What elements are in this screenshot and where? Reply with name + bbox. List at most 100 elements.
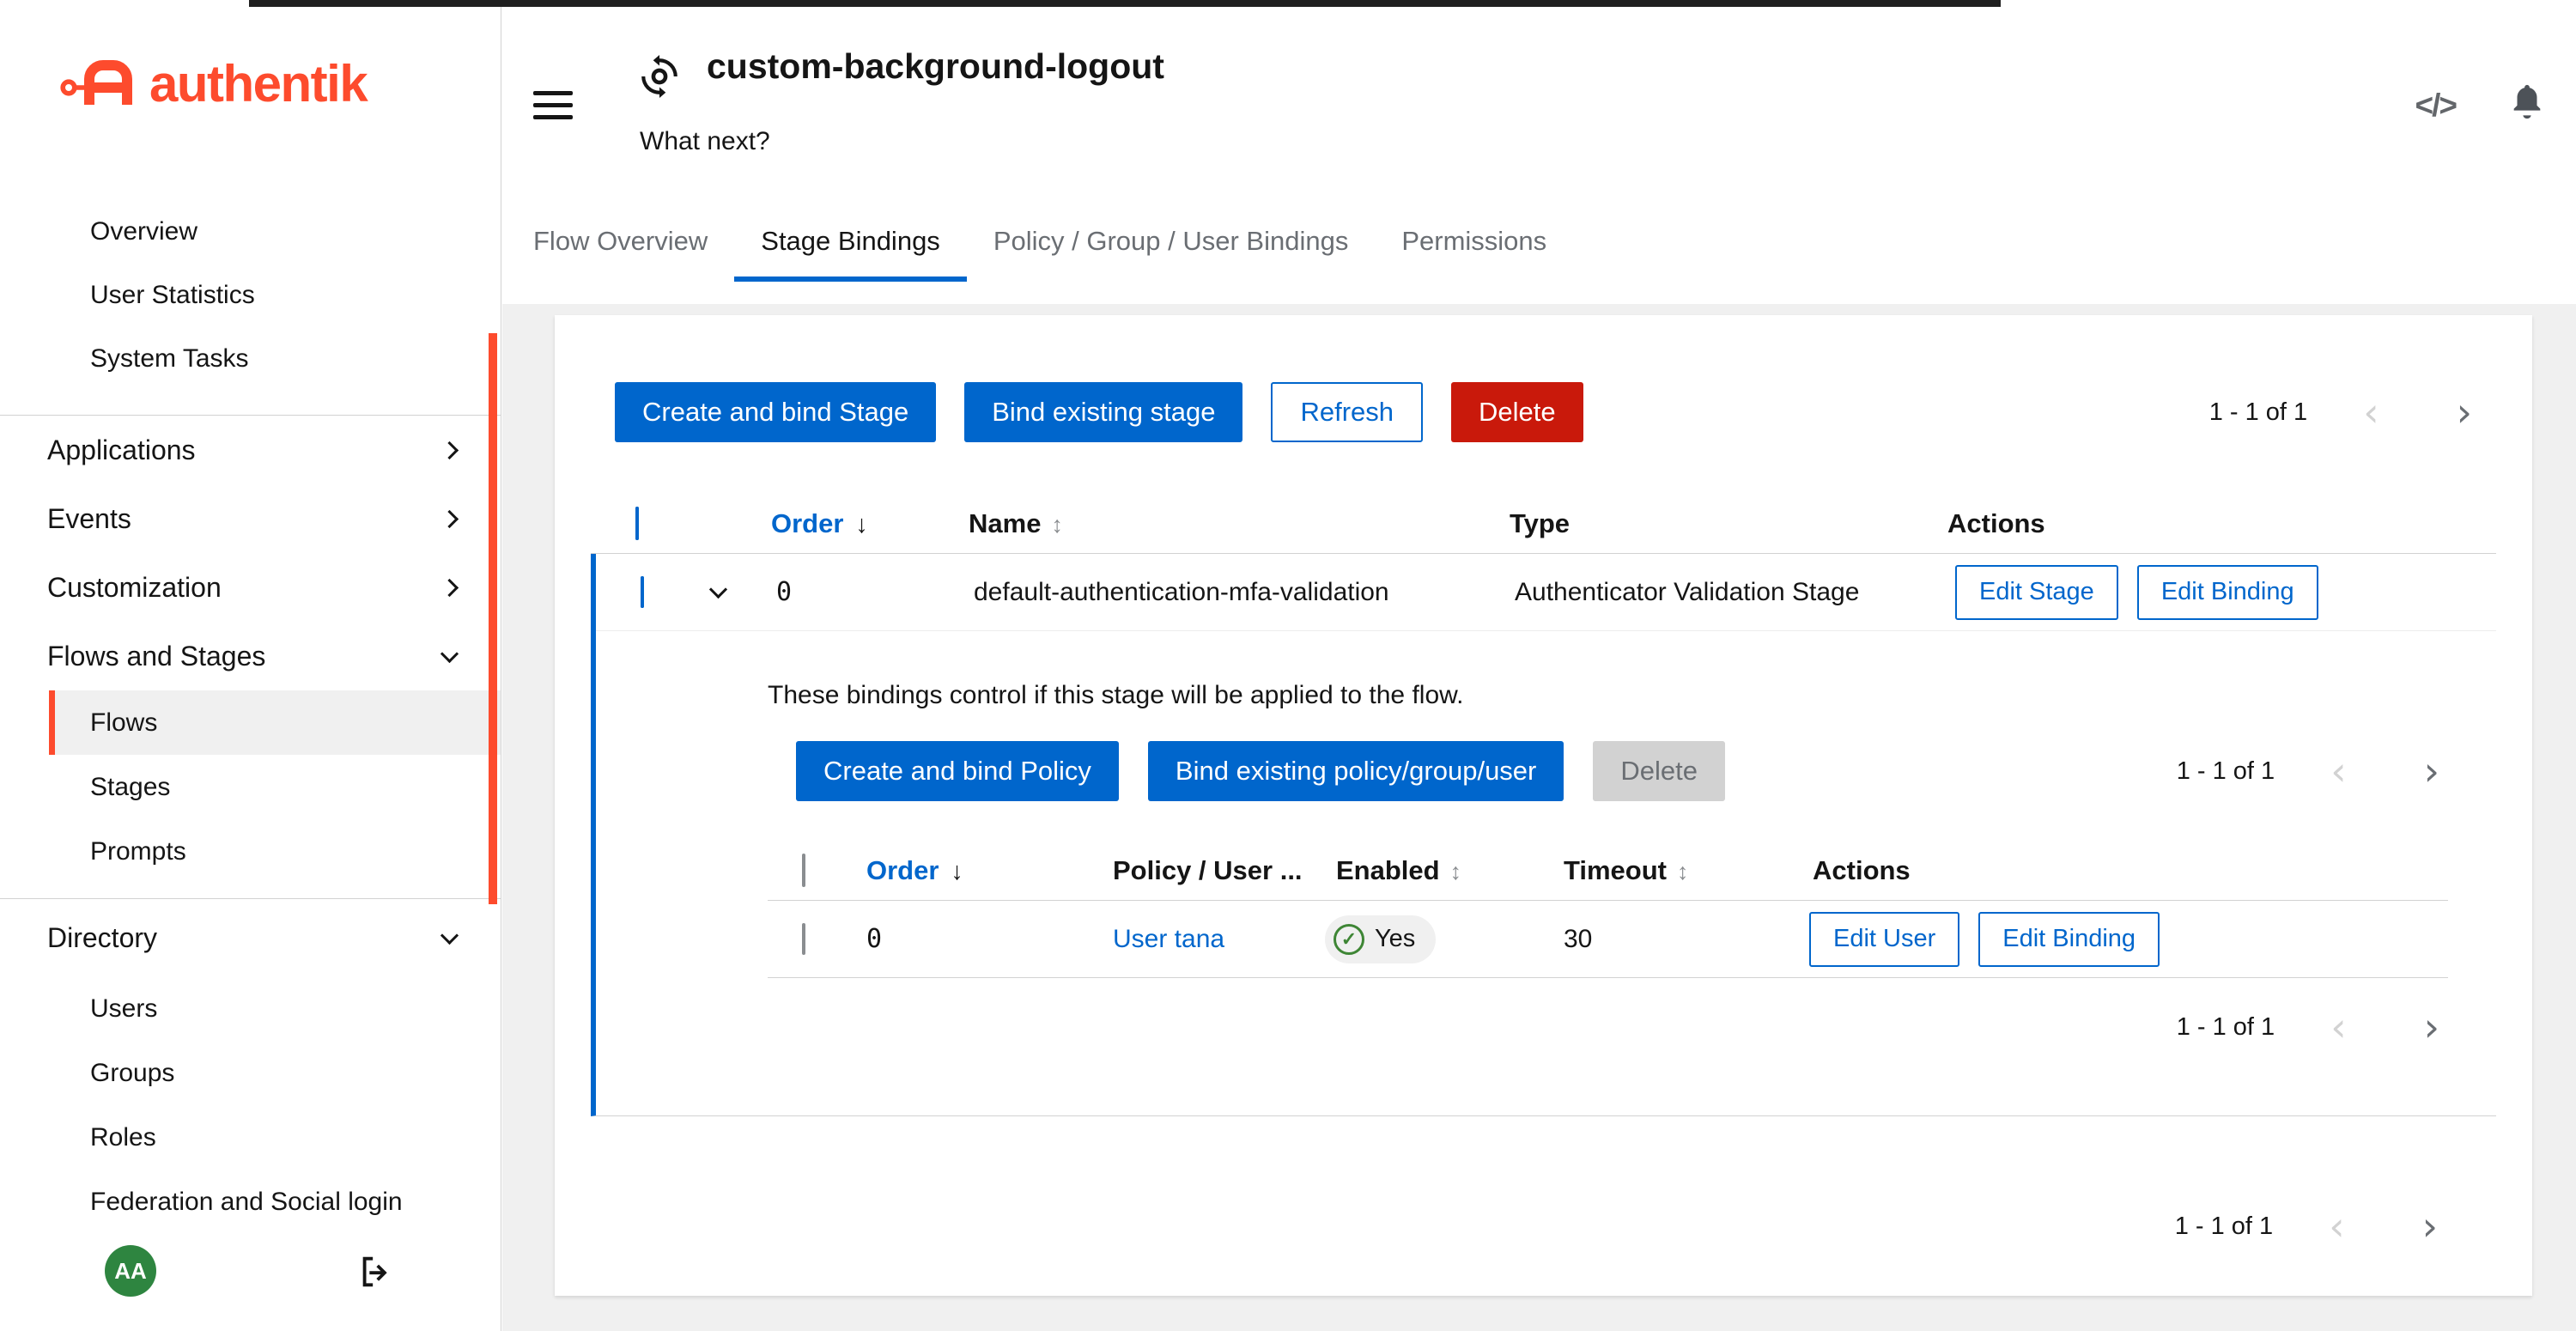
- sidebar-item-overview[interactable]: Overview: [0, 200, 501, 264]
- sidebar-section-applications[interactable]: Applications: [0, 416, 501, 484]
- sidebar-item-groups[interactable]: Groups: [49, 1041, 501, 1105]
- refresh-button[interactable]: Refresh: [1271, 382, 1423, 442]
- sidebar-item-flows[interactable]: Flows: [49, 690, 501, 755]
- column-header-actions: Actions: [1926, 508, 2496, 539]
- stage-bindings-table-header: Order↓ Name↕ Type Actions: [591, 494, 2496, 554]
- column-label: Timeout: [1564, 855, 1667, 885]
- sidebar-item-label: Overview: [90, 217, 197, 246]
- sidebar-item-label: User Statistics: [90, 281, 255, 310]
- pager-next-icon[interactable]: ›: [2414, 1206, 2446, 1246]
- content-area: Create and bind Stage Bind existing stag…: [502, 304, 2576, 1331]
- stage-bindings-table: Order↓ Name↕ Type Actions 0 default-auth…: [591, 494, 2496, 1116]
- chevron-down-icon: [440, 644, 459, 662]
- column-label: Actions: [1947, 508, 2045, 538]
- table-row[interactable]: 0 default-authentication-mfa-validation …: [596, 554, 2496, 631]
- row-order: 0: [755, 577, 952, 607]
- sidebar-item-stages[interactable]: Stages: [49, 755, 501, 819]
- sidebar-section-directory[interactable]: Directory: [0, 899, 501, 976]
- hamburger-menu-icon[interactable]: [533, 91, 573, 127]
- brand-logo[interactable]: authentik: [58, 53, 367, 114]
- policy-bindings-pager-bottom: 1 - 1 of 1 ‹ ›: [2177, 1007, 2448, 1047]
- pager-next-icon[interactable]: ›: [2415, 751, 2448, 791]
- pager-range: 1 - 1 of 1: [2177, 1013, 2275, 1042]
- sidebar-section-label: Flows and Stages: [47, 641, 265, 672]
- edit-stage-button[interactable]: Edit Stage: [1955, 565, 2118, 620]
- column-header-timeout[interactable]: Timeout↕: [1542, 855, 1791, 886]
- sidebar-item-roles[interactable]: Roles: [49, 1105, 501, 1170]
- enabled-value: Yes: [1375, 925, 1415, 953]
- column-label: Actions: [1813, 855, 1911, 885]
- policy-bindings-panel: These bindings control if this stage wil…: [596, 681, 2496, 1115]
- sort-desc-icon: ↓: [951, 858, 963, 885]
- sidebar-item-label: Users: [90, 994, 157, 1024]
- sidebar-item-users[interactable]: Users: [49, 976, 501, 1041]
- pager-next-icon[interactable]: ›: [2415, 1007, 2448, 1047]
- row-checkbox[interactable]: [641, 576, 644, 608]
- delete-button[interactable]: Delete: [1451, 382, 1583, 442]
- pager-next-icon[interactable]: ›: [2448, 392, 2481, 432]
- create-and-bind-policy-button[interactable]: Create and bind Policy: [796, 741, 1119, 801]
- sidebar-scrollbar[interactable]: [489, 333, 497, 904]
- tab-label: Flow Overview: [533, 226, 708, 257]
- page-title: custom-background-logout: [707, 46, 1164, 87]
- policy-bindings-pager-top: 1 - 1 of 1 ‹ ›: [2177, 751, 2448, 791]
- main-area: custom-background-logout What next? </> …: [502, 0, 2576, 1331]
- sidebar-item-label: Prompts: [90, 837, 186, 866]
- sidebar-item-prompts[interactable]: Prompts: [49, 819, 501, 884]
- column-header-name[interactable]: Name↕: [947, 508, 1488, 539]
- tab-bar: Flow Overview Stage Bindings Policy / Gr…: [502, 206, 1573, 282]
- sidebar-section-customization[interactable]: Customization: [0, 553, 501, 622]
- select-all-checkbox[interactable]: [802, 854, 805, 887]
- sidebar-item-user-statistics[interactable]: User Statistics: [0, 264, 501, 327]
- sidebar-item-federation[interactable]: Federation and Social login: [49, 1170, 501, 1234]
- stage-bindings-pager-bottom: 1 - 1 of 1 ‹ ›: [2175, 1206, 2446, 1246]
- tab-policy-group-user-bindings[interactable]: Policy / Group / User Bindings: [967, 206, 1376, 282]
- policy-bindings-toolbar: Create and bind Policy Bind existing pol…: [796, 741, 2448, 801]
- row-type: Authenticator Validation Stage: [1493, 578, 1931, 607]
- notifications-bell-icon[interactable]: [2507, 82, 2547, 126]
- row-expander[interactable]: [682, 588, 755, 596]
- bind-existing-policy-button[interactable]: Bind existing policy/group/user: [1148, 741, 1564, 801]
- column-label: Type: [1510, 508, 1570, 538]
- edit-user-button[interactable]: Edit User: [1809, 912, 1959, 967]
- edit-binding-button[interactable]: Edit Binding: [1978, 912, 2160, 967]
- authentik-logo-icon: [58, 53, 141, 114]
- column-header-actions: Actions: [1791, 855, 2448, 886]
- sidebar-section-events[interactable]: Events: [0, 484, 501, 553]
- column-header-order[interactable]: Order↓: [750, 508, 947, 539]
- page-header: custom-background-logout What next? </> …: [502, 0, 2576, 304]
- sidebar-item-label: Federation and Social login: [90, 1188, 403, 1217]
- table-row[interactable]: 0 User tana ✓ Yes 30: [768, 901, 2448, 978]
- logout-icon[interactable]: [356, 1252, 396, 1296]
- select-all-checkbox[interactable]: [635, 507, 639, 540]
- column-label: Enabled: [1336, 855, 1440, 885]
- user-link[interactable]: User tana: [1113, 925, 1224, 953]
- flow-process-icon: [638, 55, 681, 102]
- policy-delete-button[interactable]: Delete: [1593, 741, 1725, 801]
- policy-bindings-table-header: Order↓ Policy / User ... Enabled↕ Timeou…: [768, 841, 2448, 901]
- sidebar-item-label: Roles: [90, 1123, 156, 1152]
- sidebar-section-flows-and-stages[interactable]: Flows and Stages: [0, 622, 501, 690]
- sidebar-footer: AA: [0, 1245, 501, 1298]
- api-code-icon[interactable]: </>: [2415, 88, 2457, 124]
- window-top-edge: [249, 0, 2001, 7]
- row-checkbox[interactable]: [802, 923, 805, 955]
- pager-prev-icon[interactable]: ‹: [2322, 1007, 2354, 1047]
- create-and-bind-stage-button[interactable]: Create and bind Stage: [615, 382, 936, 442]
- tab-flow-overview[interactable]: Flow Overview: [507, 206, 734, 282]
- pager-prev-icon[interactable]: ‹: [2320, 1206, 2353, 1246]
- pager-prev-icon[interactable]: ‹: [2354, 392, 2387, 432]
- sidebar-item-system-tasks[interactable]: System Tasks: [0, 327, 501, 391]
- column-header-order[interactable]: Order↓: [845, 855, 1091, 886]
- tab-stage-bindings[interactable]: Stage Bindings: [734, 206, 967, 282]
- row-timeout: 30: [1542, 925, 1791, 954]
- stage-bindings-toolbar: Create and bind Stage Bind existing stag…: [615, 382, 2481, 442]
- avatar[interactable]: AA: [105, 1245, 156, 1297]
- tab-label: Stage Bindings: [761, 226, 940, 257]
- tab-permissions[interactable]: Permissions: [1375, 206, 1573, 282]
- bind-existing-stage-button[interactable]: Bind existing stage: [964, 382, 1242, 442]
- edit-binding-button[interactable]: Edit Binding: [2137, 565, 2318, 620]
- pager-range: 1 - 1 of 1: [2175, 1212, 2273, 1241]
- column-header-enabled[interactable]: Enabled↕: [1315, 855, 1542, 886]
- pager-prev-icon[interactable]: ‹: [2322, 751, 2354, 791]
